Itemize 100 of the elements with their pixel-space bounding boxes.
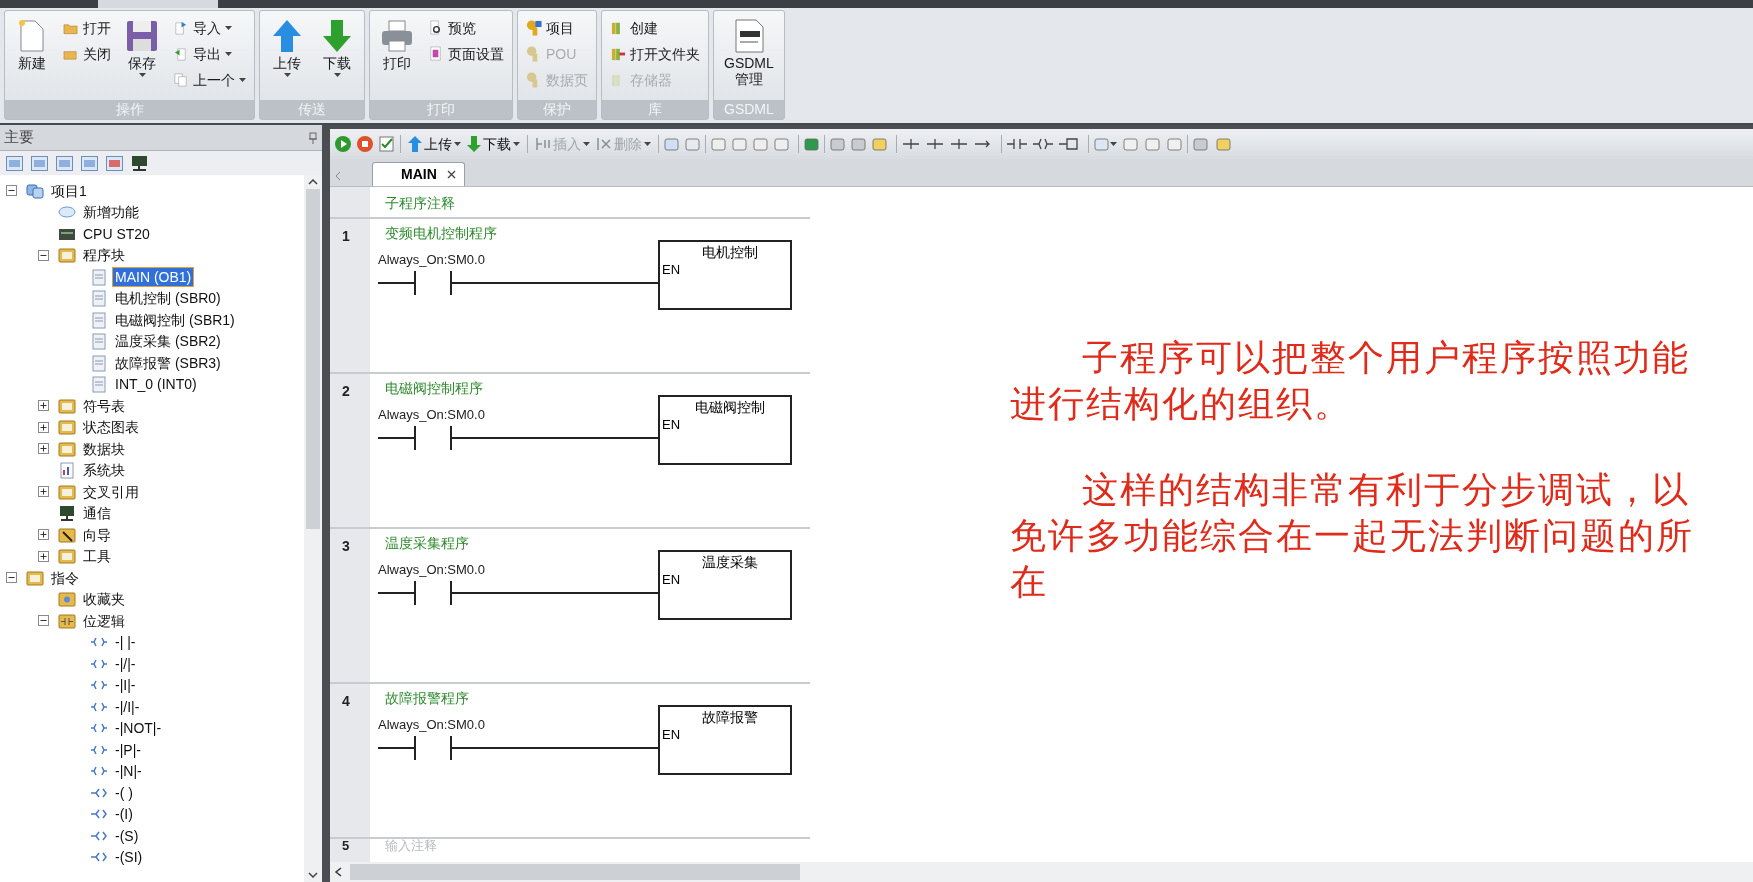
toolbar-button[interactable]: 上传: [405, 133, 464, 155]
network-number: 2: [342, 383, 350, 399]
check-icon[interactable]: [378, 135, 396, 153]
ribbon-button[interactable]: 打开文件夹: [606, 41, 704, 67]
tree-item[interactable]: -|/I|-: [113, 697, 142, 716]
tree-item[interactable]: 符号表: [81, 396, 127, 415]
collapse-icon[interactable]: [6, 185, 17, 197]
tree-item[interactable]: 位逻辑: [81, 611, 127, 630]
tree-item[interactable]: 系统块: [81, 461, 127, 480]
expand-icon[interactable]: [38, 443, 49, 455]
ribbon-button[interactable]: 保存: [119, 15, 165, 77]
tree-item[interactable]: -| |-: [113, 633, 138, 652]
columns-icon[interactable]: [56, 155, 73, 171]
tree-item[interactable]: 通信: [81, 504, 113, 523]
run-icon[interactable]: [334, 135, 352, 153]
expand-icon[interactable]: [38, 486, 49, 498]
page-icon[interactable]: [81, 155, 98, 171]
ribbon-button[interactable]: 下载: [314, 15, 360, 77]
collapse-icon[interactable]: [38, 615, 49, 627]
close-icon[interactable]: [446, 170, 456, 179]
tree-item[interactable]: 故障报警 (SBR3): [113, 353, 223, 372]
tree-item[interactable]: 电磁阀控制 (SBR1): [113, 310, 237, 329]
page-icon: [90, 375, 108, 394]
ribbon-button[interactable]: 新建: [9, 15, 55, 71]
expand-icon[interactable]: [38, 529, 49, 541]
ribbon-button[interactable]: 页面设置: [424, 41, 508, 67]
monitor-icon[interactable]: [131, 155, 148, 171]
collapse-icon[interactable]: [38, 249, 49, 261]
tree-item[interactable]: 电机控制 (SBR0): [113, 289, 223, 308]
tree-item[interactable]: 状态图表: [81, 418, 141, 437]
collapse-icon[interactable]: [6, 572, 17, 584]
delete-icon: [596, 136, 612, 152]
project-view-icon[interactable]: [6, 155, 23, 171]
tree-item[interactable]: 新增功能: [81, 203, 141, 222]
scroll-up-icon[interactable]: [308, 179, 318, 185]
tree-item[interactable]: -|I|-: [113, 676, 138, 695]
ribbon-button[interactable]: 导入: [169, 15, 250, 41]
table-icon[interactable]: [1122, 135, 1139, 153]
ribbon-button[interactable]: GSDML 管理: [718, 15, 780, 87]
export-icon[interactable]: [803, 135, 820, 153]
scrollbar[interactable]: [304, 175, 322, 882]
edit-icon[interactable]: [1192, 135, 1209, 153]
ribbon-button[interactable]: 创建: [606, 15, 704, 41]
ribbon-button[interactable]: 打开: [59, 15, 115, 41]
tree-item[interactable]: -(I): [113, 805, 135, 824]
folder-icon: [58, 439, 76, 458]
tree-item[interactable]: 收藏夹: [81, 590, 127, 609]
lock-icon[interactable]: [829, 135, 846, 153]
ribbon-button[interactable]: 上一个: [169, 67, 250, 93]
edit-icon[interactable]: [1144, 135, 1161, 153]
editor-tab[interactable]: MAIN: [372, 162, 465, 186]
tree-item[interactable]: -|/|-: [113, 654, 138, 673]
table-icon[interactable]: [31, 155, 48, 171]
horizontal-scrollbar[interactable]: [330, 862, 1753, 882]
caret-icon: [644, 142, 651, 146]
tree-item[interactable]: 指令: [49, 568, 81, 587]
lock-icon[interactable]: [871, 135, 888, 153]
expand-icon[interactable]: [38, 550, 49, 562]
tree-item[interactable]: MAIN (OB1): [113, 267, 194, 286]
tree-item[interactable]: -(SI): [113, 848, 145, 867]
tree-item[interactable]: 项目1: [49, 181, 89, 200]
lock-icon[interactable]: [850, 135, 867, 153]
project-icon: [26, 181, 44, 200]
picture-frame-icon[interactable]: [106, 155, 123, 171]
tree-item[interactable]: -|NOT|-: [113, 719, 164, 738]
lock-icon[interactable]: [1215, 135, 1232, 153]
grid-icon[interactable]: [684, 135, 701, 153]
scroll-down-icon[interactable]: [308, 872, 318, 878]
tree-item[interactable]: 程序块: [81, 246, 127, 265]
box-icon[interactable]: [1058, 135, 1080, 153]
tree-item[interactable]: -( ): [113, 783, 135, 802]
tree-item[interactable]: CPU ST20: [81, 224, 152, 243]
expand-icon[interactable]: [38, 421, 49, 433]
ribbon-button[interactable]: 关闭: [59, 41, 115, 67]
box-icon[interactable]: [731, 135, 748, 153]
ribbon-button[interactable]: 上传: [264, 15, 310, 77]
stop-icon[interactable]: [356, 135, 374, 153]
tree-item[interactable]: 温度采集 (SBR2): [113, 332, 223, 351]
tree-item[interactable]: 向导: [81, 525, 113, 544]
ribbon-button[interactable]: 导出: [169, 41, 250, 67]
box-icon[interactable]: [773, 135, 790, 153]
tree-item[interactable]: -|N|-: [113, 762, 144, 781]
box-icon[interactable]: [752, 135, 769, 153]
ribbon-button[interactable]: 打印: [374, 15, 420, 71]
ribbon-button[interactable]: 项目: [522, 15, 592, 41]
tree-item[interactable]: INT_0 (INT0): [113, 375, 199, 394]
tree-item[interactable]: 工具: [81, 547, 113, 566]
tag-icon[interactable]: [1093, 135, 1110, 153]
pin-icon[interactable]: [308, 131, 318, 144]
tree-item[interactable]: 数据块: [81, 439, 127, 458]
tree-item[interactable]: -|P|-: [113, 740, 143, 759]
network-icon[interactable]: [663, 135, 680, 153]
box-icon[interactable]: [710, 135, 727, 153]
ribbon-button[interactable]: 预览: [424, 15, 508, 41]
tree-item[interactable]: 交叉引用: [81, 482, 141, 501]
contact-label: Always_On:SM0.0: [378, 407, 485, 423]
expand-icon[interactable]: [38, 400, 49, 412]
toolbar-button[interactable]: 下载: [464, 133, 523, 155]
edit-icon[interactable]: [1166, 135, 1183, 153]
tree-item[interactable]: -(S): [113, 826, 141, 845]
